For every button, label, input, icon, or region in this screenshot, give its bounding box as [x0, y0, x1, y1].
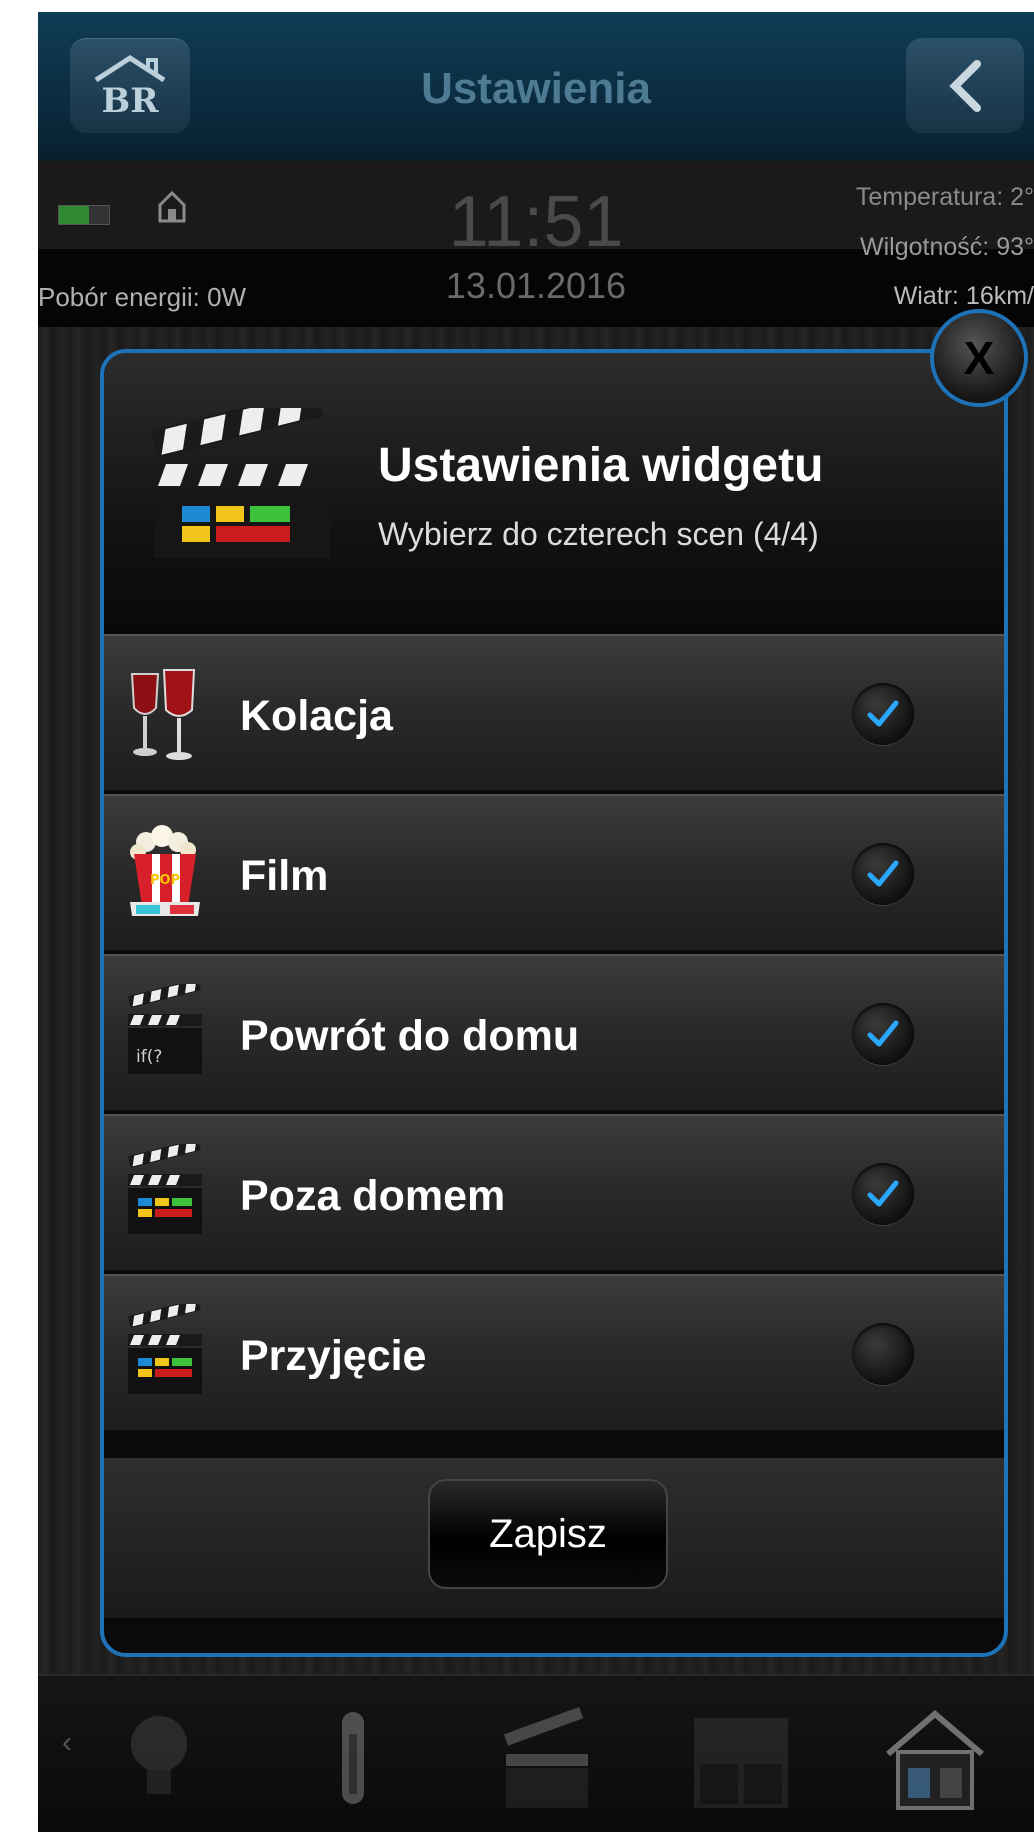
scene-label: Kolacja [240, 692, 393, 740]
svg-text:POP: POP [150, 873, 180, 888]
scene-checkbox[interactable] [852, 843, 914, 905]
scene-label: Film [240, 852, 329, 900]
dialog-title: Ustawienia widgetu [378, 439, 824, 492]
checkmark-icon [867, 1180, 899, 1207]
scene-row-powrot-do-domu[interactable]: if(? Powrót do domu [104, 954, 1004, 1112]
chevron-left-icon[interactable]: ‹ [62, 1726, 72, 1760]
temperature-readout: Temperatura: 2° [855, 183, 1034, 211]
bottom-navigation: ‹ [38, 1674, 1034, 1832]
back-button[interactable] [906, 38, 1024, 133]
status-panel: 11:51 13.01.2016 Pobór energii: 0W Tempe… [38, 161, 1034, 327]
page-title: Ustawienia [421, 64, 651, 113]
scene-checkbox[interactable] [852, 1003, 914, 1065]
close-button[interactable]: X [930, 309, 1028, 407]
dialog-header: Ustawienia widgetu Wybierz do czterech s… [104, 353, 1004, 634]
thermometer-icon[interactable] [298, 1704, 408, 1814]
house-icon[interactable] [880, 1704, 990, 1814]
top-bar: BR Ustawienia [38, 12, 1034, 161]
scene-label: Przyjęcie [240, 1332, 427, 1380]
popcorn-icon: POP [130, 825, 200, 916]
app-screen: BR Ustawienia 11:51 13.01.2016 Pobór ene… [38, 12, 1034, 1832]
chevron-left-icon [949, 59, 981, 112]
scene-row-przyjecie[interactable]: Przyjęcie [104, 1274, 1004, 1432]
scene-checkbox[interactable] [852, 683, 914, 745]
wine-glasses-icon [130, 669, 196, 760]
scene-label: Poza domem [240, 1172, 506, 1220]
clapperboard-icon [151, 408, 330, 558]
checkmark-icon [867, 700, 899, 727]
scene-row-poza-domem[interactable]: Poza domem [104, 1114, 1004, 1272]
checkmark-icon [867, 860, 899, 887]
script-icon-text: if(? [136, 1047, 162, 1067]
scene-checkbox[interactable] [852, 1323, 914, 1385]
clapperboard-icon [128, 1304, 202, 1394]
dialog-subtitle: Wybierz do czterech scen (4/4) [378, 516, 819, 552]
dialog-footer: Zapisz [104, 1458, 1004, 1618]
wind-readout: Wiatr: 16km/ [893, 282, 1034, 310]
widget-settings-dialog: Ustawienia widgetu Wybierz do czterech s… [100, 349, 1008, 1657]
clapperboard-icon [128, 1144, 202, 1234]
scene-label: Powrót do domu [240, 1012, 580, 1060]
lightbulb-icon[interactable] [104, 1704, 214, 1814]
save-button[interactable]: Zapisz [428, 1479, 668, 1589]
clapperboard-icon[interactable] [492, 1704, 602, 1814]
scene-row-kolacja[interactable]: Kolacja [104, 634, 1004, 792]
humidity-readout: Wilgotność: 93° [860, 233, 1034, 261]
energy-usage: Pobór energii: 0W [38, 282, 247, 312]
window-blinds-icon[interactable] [686, 1704, 796, 1814]
checkmark-icon [867, 1020, 899, 1047]
scene-checkbox[interactable] [852, 1163, 914, 1225]
scene-row-film[interactable]: POP Film [104, 794, 1004, 952]
script-clapperboard-icon: if(? [128, 984, 202, 1074]
